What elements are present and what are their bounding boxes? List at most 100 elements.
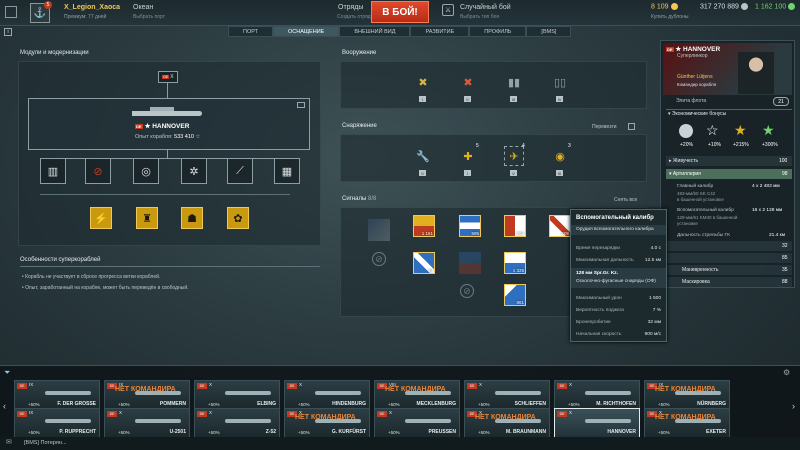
doubloons[interactable]: 8 109 bbox=[651, 3, 678, 10]
armament-main-icon[interactable]: ✖ bbox=[413, 72, 433, 92]
carousel-next-icon[interactable]: › bbox=[792, 401, 795, 411]
supership-note-text: Корабль не участвует в сбросе прогресса … bbox=[25, 274, 161, 280]
tab-profile[interactable]: ПРОФИЛЬ bbox=[469, 26, 527, 37]
ship-silhouette bbox=[135, 419, 181, 423]
signals-label: Сигналы bbox=[342, 196, 367, 202]
buy-doubloons[interactable]: Купить дублоны bbox=[651, 14, 688, 20]
tree-line bbox=[167, 150, 168, 158]
armament-level: I bbox=[419, 96, 426, 102]
supership-title: Особенности суперкораблей bbox=[20, 257, 101, 263]
settings-icon[interactable]: ⚙ bbox=[783, 368, 790, 377]
server-select[interactable]: Выбрать порт bbox=[133, 14, 165, 20]
tab-research[interactable]: РАЗВИТИЕ bbox=[410, 26, 470, 37]
ship-tile[interactable]: DE X НЕТ КОМАНДИРА +50% M. BRAUNMANN bbox=[464, 408, 550, 438]
hull-module-icon[interactable]: ▥ bbox=[40, 158, 66, 184]
ship-tile[interactable]: DE X +50% SCHLIEFFEN bbox=[464, 380, 550, 410]
upgrade-main-battery-icon[interactable]: ⚡ bbox=[90, 207, 112, 229]
chat-message[interactable]: [BMS] Потерян... bbox=[24, 440, 67, 446]
commander-sub: Командир корабля bbox=[677, 82, 717, 87]
rearm-checkbox[interactable] bbox=[628, 123, 635, 130]
tab-clan[interactable]: [BMS] bbox=[526, 26, 572, 37]
ship-tile[interactable]: DE X +50% PREUSSEN bbox=[374, 408, 460, 438]
secondary-caliber-label: Вспомогательный калибр bbox=[677, 208, 734, 213]
stat-value: 88 bbox=[782, 279, 788, 285]
repair-party-icon[interactable]: ✚ bbox=[458, 146, 478, 166]
credits[interactable]: 317 270 889 bbox=[700, 3, 748, 10]
commander-portrait[interactable] bbox=[738, 52, 774, 94]
signal-flag[interactable]: 1 161 bbox=[413, 215, 435, 237]
commander-name[interactable]: Günther Lütjens bbox=[677, 74, 713, 80]
signal-flag[interactable]: 1 325 bbox=[504, 252, 526, 274]
ship-name: U-2501 bbox=[169, 429, 186, 435]
upgrade-gun-icon[interactable]: ♜ bbox=[136, 207, 158, 229]
armament-secondary-icon[interactable]: ✖ bbox=[458, 72, 478, 92]
secondary-module-icon[interactable]: ▦ bbox=[274, 158, 300, 184]
ship-bonus: +50% bbox=[28, 402, 40, 407]
main-battery-module-icon[interactable]: ⊘ bbox=[85, 158, 111, 184]
ship-tile[interactable]: DE X +50% HINDENBURG bbox=[284, 380, 370, 410]
signal-flag[interactable]: 864 bbox=[504, 215, 526, 237]
ship-tile[interactable]: DE VIII НЕТ КОМАНДИРА +50% MECKLENBURG bbox=[374, 380, 460, 410]
armament-aa-icon[interactable]: ▮▮ bbox=[504, 72, 524, 92]
tab-port[interactable]: ПОРТ bbox=[228, 26, 274, 37]
tab-equipment[interactable]: ОСНАЩЕНИЕ bbox=[273, 26, 340, 37]
damage-control-icon[interactable]: 🔧 bbox=[413, 146, 433, 166]
secondary-battery-icon[interactable]: ◉ bbox=[550, 146, 570, 166]
create-squad[interactable]: Создать отряд bbox=[337, 14, 371, 20]
ship-tile[interactable]: DE X HANNOVER bbox=[554, 408, 640, 438]
secondary-caliber-value: 16 x 2 128 мм bbox=[752, 208, 783, 213]
ship-tile[interactable]: DE X +50% U-2501 bbox=[104, 408, 190, 438]
battle-mode-icon[interactable]: ⚔ bbox=[442, 4, 454, 16]
armament-torpedo-icon[interactable]: ▯▯ bbox=[550, 72, 570, 92]
ship-name: Z-52 bbox=[265, 429, 276, 435]
tooltip-value: 12.5 км bbox=[644, 258, 661, 263]
filter-icon[interactable]: ⏷ bbox=[4, 368, 10, 378]
free-xp[interactable]: 1 162 100 bbox=[755, 3, 796, 10]
ship-tile[interactable]: DE X НЕТ КОМАНДИРА +50% G. KURFÜRST bbox=[284, 408, 370, 438]
ship-name: NÜRNBERG bbox=[697, 401, 726, 407]
signal-flag[interactable]: 44 bbox=[413, 252, 435, 274]
ship-tile[interactable]: DE IX НЕТ КОМАНДИРА +50% NÜRNBERG bbox=[644, 380, 730, 410]
ship-name: F. DER GROSSE bbox=[57, 401, 96, 407]
squads-button[interactable]: Отряды bbox=[338, 4, 363, 11]
signal-flag[interactable]: 595 bbox=[459, 215, 481, 237]
signal-flag[interactable]: 509 bbox=[549, 215, 571, 237]
signal-flag[interactable]: 861 bbox=[504, 284, 526, 306]
menu-icon[interactable] bbox=[5, 6, 17, 18]
ship-bonus: +50% bbox=[118, 430, 130, 435]
ship-name-label: DE ★ HANNOVER bbox=[135, 123, 190, 130]
ship-tile[interactable]: DE X +50% ELBING bbox=[194, 380, 280, 410]
skill-points[interactable]: 21 bbox=[773, 97, 789, 106]
signal-empty-slot[interactable] bbox=[368, 219, 390, 241]
main-battery-reload-icon[interactable]: ✈ bbox=[504, 146, 524, 166]
tooltip-shell-type: Осколочно-фугасные снаряды (ОФ) bbox=[576, 279, 656, 284]
upgrade-steering-icon[interactable]: ☗ bbox=[181, 207, 203, 229]
carousel-prev-icon[interactable]: ‹ bbox=[3, 401, 6, 411]
camera-icon[interactable] bbox=[297, 102, 305, 108]
ship-tile[interactable]: DE X НЕТ КОМАНДИРА +50% EXETER bbox=[644, 408, 730, 438]
ship-tile[interactable]: DE X +50% Z-52 bbox=[194, 408, 280, 438]
battle-mode[interactable]: Случайный бой bbox=[460, 4, 511, 11]
no-commander-label: НЕТ КОМАНДИРА bbox=[115, 386, 176, 393]
remove-all-signals[interactable]: Снять все bbox=[614, 197, 637, 203]
info-icon[interactable]: i bbox=[4, 28, 12, 36]
stat-row[interactable] bbox=[666, 253, 792, 263]
chat-icon[interactable]: ✉ bbox=[6, 438, 12, 446]
ship-tile[interactable]: DE X +50% M. RICHTHOFEN bbox=[554, 380, 640, 410]
main-tabs: ПОРТ ОСНАЩЕНИЕ ВНЕШНИЙ ВИД РАЗВИТИЕ ПРОФ… bbox=[228, 26, 572, 37]
server-name[interactable]: Океан bbox=[133, 4, 153, 11]
battle-button[interactable]: В БОЙ! bbox=[371, 1, 429, 23]
engine-module-icon[interactable]: ✲ bbox=[181, 158, 207, 184]
stat-row[interactable] bbox=[666, 241, 792, 251]
player-name[interactable]: X_Legion_Xaoca bbox=[64, 4, 120, 11]
ship-tile[interactable]: DE IX +50% F. DER GROSSE bbox=[14, 380, 100, 410]
tab-exterior[interactable]: ВНЕШНИЙ ВИД bbox=[339, 26, 411, 37]
ship-tile[interactable]: DE IX +50% P. RUPPRECHT bbox=[14, 408, 100, 438]
upgrade-propulsion-icon[interactable]: ✿ bbox=[227, 207, 249, 229]
modules-title: Модули и модернизации bbox=[20, 50, 89, 56]
ship-tile[interactable]: DE IX НЕТ КОМАНДИРА +50% POMMERN bbox=[104, 380, 190, 410]
battle-mode-select[interactable]: Выбрать тип боя bbox=[460, 14, 499, 20]
fire-control-module-icon[interactable]: ◎ bbox=[133, 158, 159, 184]
signal-empty-slot[interactable] bbox=[459, 252, 481, 274]
torpedo-module-icon[interactable]: ⟋ bbox=[227, 158, 253, 184]
